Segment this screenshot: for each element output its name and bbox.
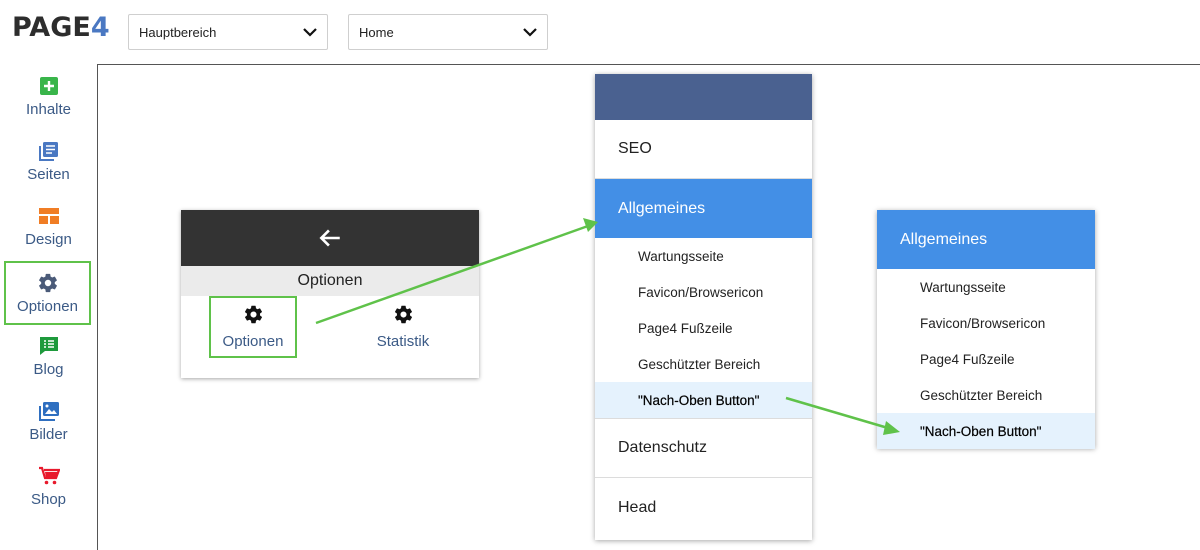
submenu-item-label: Geschützter Bereich bbox=[638, 356, 761, 372]
submenu-item-favicon[interactable]: Favicon/Browsericon bbox=[877, 305, 1095, 341]
options-panel-header bbox=[181, 210, 479, 266]
detail-panel-title[interactable]: Allgemeines bbox=[877, 210, 1095, 269]
sidebar-item-bilder[interactable]: Bilder bbox=[0, 389, 97, 453]
submenu-item-label: Page4 Fußzeile bbox=[920, 351, 1015, 367]
sidebar-item-label: Inhalte bbox=[25, 100, 72, 118]
sidebar-item-optionen[interactable]: Optionen bbox=[4, 261, 91, 325]
chevron-down-icon bbox=[523, 28, 537, 37]
sidebar-item-inhalte[interactable]: Inhalte bbox=[0, 64, 97, 128]
options-panel-title: Optionen bbox=[181, 266, 479, 296]
options-menu: SEO Allgemeines Wartungsseite Favicon/Br… bbox=[595, 74, 812, 540]
back-arrow-icon[interactable] bbox=[317, 225, 343, 251]
sidebar-item-label: Shop bbox=[30, 490, 67, 508]
statistik-button[interactable]: Statistik bbox=[359, 296, 447, 358]
allgemeines-detail-panel: Allgemeines Wartungsseite Favicon/Browse… bbox=[877, 210, 1095, 449]
submenu-item-wartungsseite[interactable]: Wartungsseite bbox=[877, 269, 1095, 305]
blog-icon bbox=[39, 336, 58, 355]
submenu-item-label: "Nach-Oben Button" bbox=[638, 392, 760, 408]
options-panel: Optionen Optionen Statistik bbox=[181, 210, 479, 378]
sidebar-item-design[interactable]: Design bbox=[0, 194, 97, 258]
gear-icon bbox=[244, 305, 262, 324]
cart-icon bbox=[38, 466, 60, 484]
submenu-item-label: Wartungsseite bbox=[920, 279, 1006, 295]
sidebar-item-label: Blog bbox=[33, 360, 64, 378]
chevron-down-icon bbox=[303, 28, 317, 37]
options-menu-header bbox=[595, 74, 812, 120]
allgemeines-submenu: Wartungsseite Favicon/Browsericon Page4 … bbox=[595, 238, 812, 418]
submenu-item-label: Page4 Fußzeile bbox=[638, 320, 733, 336]
plus-square-icon bbox=[39, 76, 58, 95]
submenu-item-label: Favicon/Browsericon bbox=[638, 284, 764, 300]
submenu-item-label: Favicon/Browsericon bbox=[920, 315, 1046, 331]
submenu-item-label: "Nach-Oben Button" bbox=[920, 423, 1042, 439]
menu-item-label: SEO bbox=[618, 140, 652, 157]
submenu-item-label: Geschützter Bereich bbox=[920, 387, 1043, 403]
gear-icon bbox=[38, 273, 57, 292]
menu-item-label: Head bbox=[618, 498, 657, 516]
submenu-item-fusszeile[interactable]: Page4 Fußzeile bbox=[877, 341, 1095, 377]
statistik-button-label: Statistik bbox=[376, 333, 430, 350]
page-select-value: Home bbox=[359, 24, 394, 40]
layout-icon bbox=[38, 207, 59, 224]
sidebar-item-blog[interactable]: Blog bbox=[0, 324, 97, 388]
sidebar-item-shop[interactable]: Shop bbox=[0, 454, 97, 518]
submenu-item-geschuetzter-bereich[interactable]: Geschützter Bereich bbox=[595, 346, 812, 382]
pages-icon bbox=[38, 141, 58, 161]
submenu-item-nach-oben-button[interactable]: "Nach-Oben Button" bbox=[595, 382, 812, 418]
menu-item-head[interactable]: Head bbox=[595, 478, 812, 537]
optionen-button[interactable]: Optionen bbox=[209, 296, 297, 358]
menu-item-seo[interactable]: SEO bbox=[595, 120, 812, 179]
area-select-value: Hauptbereich bbox=[139, 24, 217, 40]
images-icon bbox=[38, 401, 59, 421]
optionen-button-label: Optionen bbox=[222, 333, 284, 350]
page4-logo[interactable]: PAGE4 bbox=[12, 12, 110, 43]
area-select[interactable]: Hauptbereich bbox=[128, 14, 328, 50]
menu-item-label: Datenschutz bbox=[618, 439, 707, 456]
menu-item-datenschutz[interactable]: Datenschutz bbox=[595, 419, 812, 478]
logo-number: 4 bbox=[90, 12, 110, 43]
sidebar-item-label: Design bbox=[25, 230, 72, 248]
gear-icon bbox=[394, 305, 412, 324]
submenu-item-label: Wartungsseite bbox=[638, 248, 724, 264]
submenu-item-wartungsseite[interactable]: Wartungsseite bbox=[595, 238, 812, 274]
submenu-item-nach-oben-button[interactable]: "Nach-Oben Button" bbox=[877, 413, 1095, 449]
submenu-item-geschuetzter-bereich[interactable]: Geschützter Bereich bbox=[877, 377, 1095, 413]
logo-text: PAGE bbox=[12, 12, 91, 43]
menu-item-allgemeines[interactable]: Allgemeines bbox=[595, 179, 812, 238]
sidebar-item-label: Bilder bbox=[29, 425, 68, 443]
menu-item-label: Allgemeines bbox=[618, 199, 706, 217]
page-select[interactable]: Home bbox=[348, 14, 548, 50]
submenu-item-fusszeile[interactable]: Page4 Fußzeile bbox=[595, 310, 812, 346]
submenu-item-favicon[interactable]: Favicon/Browsericon bbox=[595, 274, 812, 310]
sidebar-item-label: Optionen bbox=[17, 297, 78, 315]
sidebar-item-label: Seiten bbox=[27, 165, 70, 183]
sidebar-item-seiten[interactable]: Seiten bbox=[0, 129, 97, 193]
